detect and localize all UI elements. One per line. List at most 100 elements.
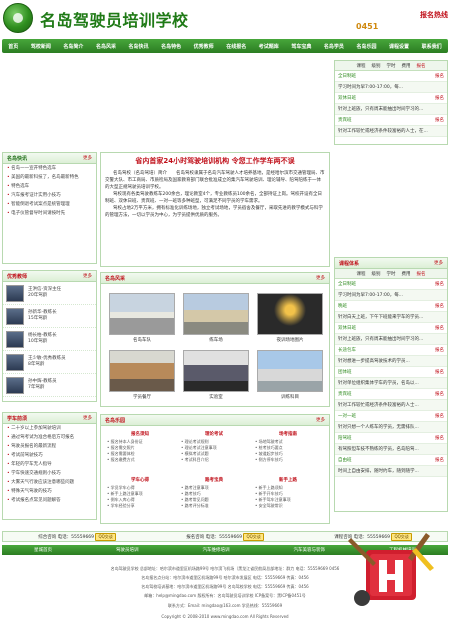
nav-item[interactable]: 驾车宝典 (291, 43, 311, 50)
tip-item[interactable]: • 二十岁以上参加驾驶培训 (3, 424, 96, 433)
gallery-box-title: 名岛风采 更多 (101, 273, 329, 284)
teacher-card[interactable]: 孙中辉-教练员 7年驾龄 (3, 374, 96, 397)
tip-item[interactable]: • 大雾天气行驶应该注意哪些问题 (3, 478, 96, 487)
news-item[interactable]: • 美国的最新科技了，名岛最新特色 (3, 173, 96, 182)
copyright: Copyright © 2008-2010 www.mingdao.com Al… (161, 614, 289, 619)
course-row: 双休日班 报名 (335, 323, 447, 334)
tip-item[interactable]: • 特殊天气驾驶的技巧 (3, 487, 96, 496)
nav-item[interactable]: 驾校新闻 (31, 43, 51, 50)
course-row: 双休日班 报名 (335, 93, 447, 104)
tab-level[interactable]: 级别 (372, 63, 381, 69)
gallery-photo[interactable]: 练车场 (183, 293, 249, 343)
avatar (6, 307, 24, 325)
more-link[interactable]: 更多 (316, 417, 325, 423)
tip-item[interactable]: • 驾驶员报名的最新流程 (3, 442, 96, 451)
club-link[interactable]: • 报名缴费方式 (107, 457, 173, 463)
nav-item[interactable]: 名岛特色 (161, 43, 181, 50)
nav-item[interactable]: 名岛乐园 (356, 43, 376, 50)
more-link[interactable]: 更多 (316, 275, 325, 281)
course-row: 团体班 报名 (335, 367, 447, 378)
avatar (6, 330, 24, 348)
gallery-photo[interactable]: 学员餐厅 (109, 350, 175, 400)
nav-item[interactable]: 名岛简介 (63, 43, 83, 50)
register-link[interactable]: 报名 (435, 117, 444, 123)
club-column: 路考宝典 • 路考注意事项 • 路考技巧 • 路考常见问题 • 路考评分标准 (181, 477, 247, 509)
course-tabs: 课程 级别 学时 费用 报名 (335, 269, 447, 279)
course-row: 针对上班族，只有周末能抽出时间学习的... (335, 104, 447, 115)
news-item[interactable]: • 汽车报考证计实用小技巧 (3, 191, 96, 200)
friend-link[interactable]: 汽车美容与装饰 (294, 547, 326, 553)
tab-hours[interactable]: 学时 (387, 63, 396, 69)
gallery-photo[interactable]: 训练科目 (257, 350, 323, 400)
nav-item[interactable]: 联系我们 (422, 43, 442, 50)
tip-item[interactable]: • 考试前驾驶技巧 (3, 451, 96, 460)
school-logo (3, 3, 33, 33)
course-row: 针对白天上班，下午下班能来学车的学员... (335, 312, 447, 323)
course-row: 长途包车 报名 (335, 345, 447, 356)
intro-section: 省内首家24小时驾驶培训机构 令您工作学车两不误 名岛驾校（名岛驾培）简介 名岛… (100, 152, 330, 267)
main-nav: 首页 驾校新闻 名岛简介 名岛风采 名岛快讯 名岛特色 优秀教师 在线报名 考试… (2, 39, 448, 53)
course-row: 全日制班 报名 (335, 279, 447, 290)
nav-item[interactable]: 课程设置 (389, 43, 409, 50)
course-row: 全日制班 报名 (335, 71, 447, 82)
friend-link[interactable]: 汽车维修培训 (203, 547, 230, 553)
teachers-box: 优秀教师 更多 王洪信-资深主任 20年驾龄 孙新华-教练长 15年驾龄 杨长柏-教练… (2, 270, 97, 402)
club-link[interactable]: • 侧方停车技巧 (255, 457, 321, 463)
hotline-label: 报名热线 (420, 11, 448, 19)
teacher-card[interactable]: 杨长柏-教练长 10年驾龄 (3, 328, 96, 351)
more-link[interactable]: 更多 (83, 415, 92, 421)
gallery-photo[interactable]: 实验室 (183, 350, 249, 400)
teacher-card[interactable]: 孙新华-教练长 15年驾龄 (3, 305, 96, 328)
qq-chat-button[interactable]: QQ交谈 (95, 532, 116, 541)
more-link[interactable]: 更多 (83, 273, 92, 279)
tip-item[interactable]: • 通过驾考试为准合格后方可报名 (3, 433, 96, 442)
more-link[interactable]: 更多 (434, 260, 443, 266)
qq-chat-button[interactable]: QQ交谈 (243, 532, 264, 541)
news-box-title: 名岛快讯 更多 (3, 153, 96, 164)
course-row: 学习时间为早7:00-17:00，每... (335, 82, 447, 93)
teacher-card[interactable]: 王少敏-优秀教练员 8年驾龄 (3, 351, 96, 374)
contact-item: 综合咨询 电话：55559669 QQ交谈 (38, 532, 116, 541)
nav-item[interactable]: 优秀教师 (194, 43, 214, 50)
nav-item[interactable]: 名岛学员 (324, 43, 344, 50)
tip-item[interactable]: • 年轻的学车无人指导 (3, 460, 96, 469)
avatar (6, 353, 24, 371)
watermark-logo-icon (346, 528, 436, 613)
nav-item[interactable]: 首页 (8, 43, 18, 50)
course-system-box: 课程体系 更多 课程 级别 学时 费用 报名 全日制班 报名 学习时间为早7:00-… (334, 257, 448, 512)
friend-link[interactable]: 星城首页 (34, 547, 52, 553)
gallery-photo[interactable]: 名岛车队 (109, 293, 175, 343)
more-link[interactable]: 更多 (83, 155, 92, 161)
course-row: 针对想进一步提高驾驶技术的学员... (335, 356, 447, 367)
club-link[interactable]: • 考试科目介绍 (181, 457, 247, 463)
news-item[interactable]: • 智能倒退考试案点是统管理理 (3, 200, 96, 209)
tip-item[interactable]: • 考试报名点常见问题解答 (3, 496, 96, 505)
course-row: 针对工作较忙或经济条件较富裕的人士... (335, 400, 447, 411)
tip-item[interactable]: • 学车快速交通规则小技巧 (3, 469, 96, 478)
teachers-box-title: 优秀教师 更多 (3, 271, 96, 282)
tab-register[interactable]: 报名 (417, 63, 426, 69)
news-item[interactable]: • 特色选车 (3, 182, 96, 191)
nav-item[interactable]: 考试题库 (259, 43, 279, 50)
intro-paragraph: 名岛驾校（名岛驾培）简介 名岛驾校隶属于名岛汽车驾驶人才培养基地，是经哈尔滨市交… (105, 171, 325, 190)
register-link[interactable]: 报名 (435, 73, 444, 79)
contact-item: 报名咨询 电话：55559669 QQ交谈 (186, 532, 264, 541)
tab-fee[interactable]: 费用 (402, 63, 411, 69)
club-column: 报名须知 • 报名持本人身份证 • 报名需交照片 • 报名需要体检 • 报名缴费… (107, 431, 173, 463)
teacher-card[interactable]: 王洪信-资深主任 20年驾龄 (3, 282, 96, 305)
club-link[interactable]: • 路考评分标准 (181, 503, 247, 509)
gallery-photo[interactable]: 夜训场地图片 (257, 293, 323, 343)
club-link[interactable]: • 安全驾驶常识 (255, 503, 321, 509)
friend-link[interactable]: 驾驶员培训 (116, 547, 139, 553)
course-row: 时间上自由安排，随时约车，随到随学... (335, 466, 447, 477)
nav-item[interactable]: 名岛风采 (96, 43, 116, 50)
news-item[interactable]: • 名岛一一宣开特色选车 (3, 164, 96, 173)
nav-item[interactable]: 名岛快讯 (129, 43, 149, 50)
course-row: 贵宾班 报名 (335, 389, 447, 400)
news-item[interactable]: • 电子仪管督导时间请按时先 (3, 209, 96, 218)
course-box-top: 课程 级别 学时 费用 报名 全日制班 报名 学习时间为早7:00-17:00，每… (334, 60, 448, 145)
nav-item[interactable]: 在线报名 (226, 43, 246, 50)
club-link[interactable]: • 学车经验分享 (107, 503, 173, 509)
tab-course[interactable]: 课程 (357, 63, 366, 69)
register-link[interactable]: 报名 (435, 95, 444, 101)
